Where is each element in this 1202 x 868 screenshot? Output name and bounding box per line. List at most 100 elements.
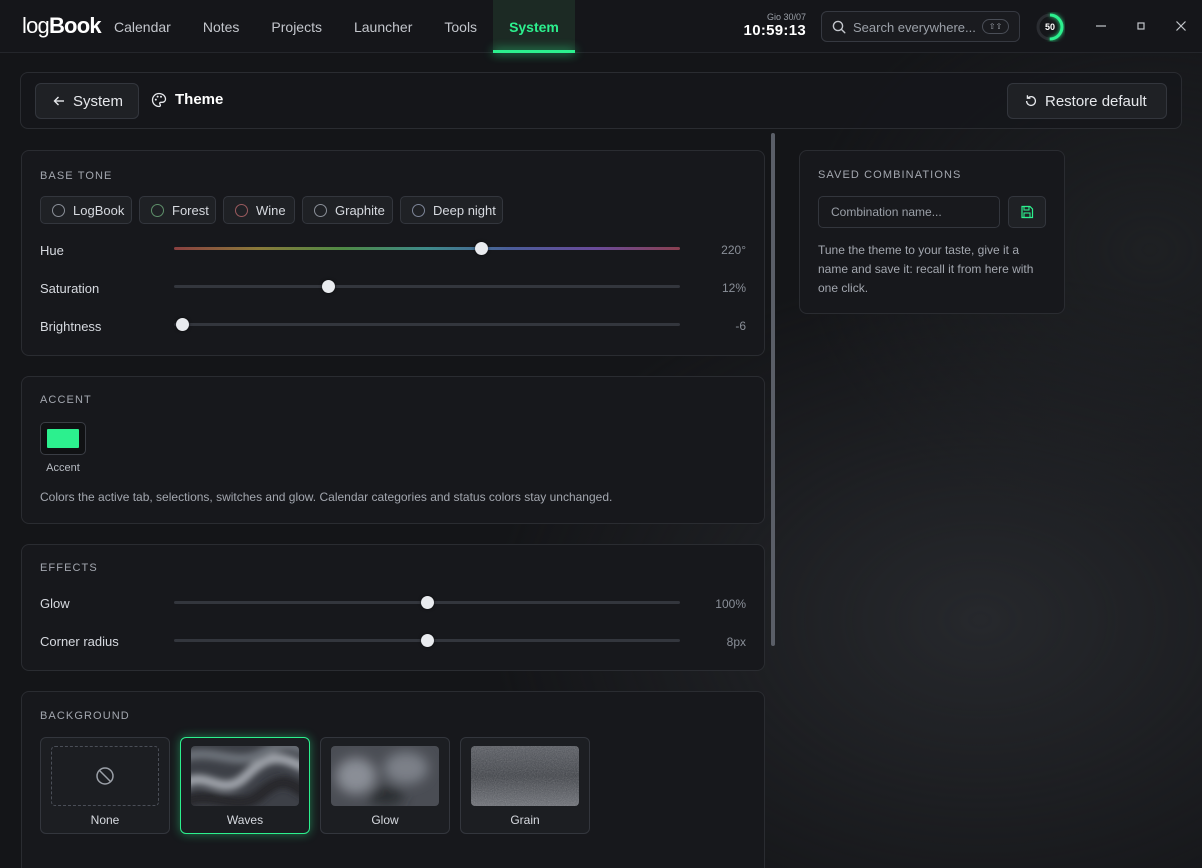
hue-value: 220° [721, 243, 746, 257]
background-title: BACKGROUND [40, 710, 130, 722]
arrow-left-icon [53, 96, 64, 106]
maximize-button[interactable] [1131, 16, 1151, 36]
restore-default-label: Restore default [1045, 92, 1147, 110]
preset-graphite[interactable]: Graphite [302, 196, 393, 224]
saved-combinations-description: Tune the theme to your taste, give it a … [818, 243, 1034, 295]
brightness-value: -6 [735, 319, 746, 333]
background-option-none[interactable]: None [40, 737, 170, 834]
content-scrollbar[interactable] [771, 133, 775, 646]
clock: Gio 30/07 10:59:13 [744, 12, 806, 40]
search-input[interactable] [853, 18, 981, 36]
background-option-label: None [90, 813, 120, 827]
app-logo[interactable]: logBook [22, 13, 102, 39]
corner-radius-slider-thumb[interactable] [421, 634, 434, 647]
brightness-slider-thumb[interactable] [175, 318, 189, 331]
preset-label: Graphite [335, 202, 385, 218]
base-tone-panel: BASE TONE LogBook Forest Wine Graphite D… [21, 150, 765, 356]
background-preview-waves [191, 746, 299, 806]
search-shortcut-badge: ⇧⇧ [982, 19, 1009, 34]
main-nav: Calendar Notes Projects Launcher Tools S… [98, 0, 575, 53]
combination-name-input[interactable] [818, 196, 1000, 228]
corner-radius-label: Corner radius [40, 634, 119, 649]
accent-color-swatch[interactable] [40, 422, 86, 455]
accent-title: ACCENT [40, 394, 92, 406]
restore-icon [1025, 95, 1037, 107]
page-header: System Theme Restore default [20, 72, 1182, 129]
saturation-value: 12% [721, 281, 746, 295]
restore-default-button[interactable]: Restore default [1007, 83, 1167, 119]
nav-tab-notes[interactable]: Notes [187, 0, 256, 53]
hue-slider-thumb[interactable] [475, 242, 489, 255]
preset-forest[interactable]: Forest [139, 196, 216, 224]
hue-track [174, 247, 680, 250]
brightness-label: Brightness [40, 319, 102, 334]
page-title: Theme [151, 91, 223, 108]
clock-date: Gio 30/07 [766, 12, 806, 22]
search-icon [832, 20, 846, 39]
logo-light-text: log [22, 13, 50, 38]
palette-icon [151, 92, 167, 107]
save-combination-button[interactable] [1008, 196, 1046, 228]
clock-time: 10:59:13 [743, 22, 806, 39]
preset-dot-icon [52, 203, 65, 217]
saved-combinations-title: SAVED COMBINATIONS [818, 169, 962, 181]
logo-bold-text: Book [48, 13, 102, 38]
brightness-slider[interactable] [174, 318, 680, 331]
nav-tab-projects[interactable]: Projects [255, 0, 338, 53]
preset-label: Deep night [433, 202, 496, 218]
saturation-slider-thumb[interactable] [322, 280, 336, 293]
background-preview-none [51, 746, 159, 806]
minimize-button[interactable] [1091, 16, 1111, 36]
preset-dot-icon [235, 203, 248, 217]
global-search[interactable]: ⇧⇧ [821, 11, 1020, 42]
preset-wine[interactable]: Wine [223, 196, 295, 224]
preset-dot-icon [151, 203, 164, 217]
glow-slider-thumb[interactable] [421, 596, 434, 609]
corner-radius-slider[interactable] [174, 634, 680, 647]
accent-description: Colors the active tab, selections, switc… [40, 490, 613, 504]
nav-tab-calendar[interactable]: Calendar [98, 0, 187, 53]
back-to-system-button[interactable]: System [35, 83, 139, 119]
close-icon [1176, 21, 1186, 31]
close-window-button[interactable] [1171, 16, 1191, 36]
effects-panel: EFFECTS Glow 100% Corner radius 8px [21, 544, 765, 671]
background-option-label: Waves [226, 813, 264, 827]
nav-tab-launcher[interactable]: Launcher [338, 0, 428, 53]
prohibited-icon [96, 767, 114, 785]
nav-tab-system[interactable]: System [493, 0, 575, 53]
background-panel: BACKGROUND None Waves Glow Grain [21, 691, 765, 868]
preset-logbook[interactable]: LogBook [40, 196, 132, 224]
saturation-label: Saturation [40, 281, 100, 296]
glow-value: 100% [715, 597, 746, 611]
saturation-track [174, 285, 680, 288]
save-icon [1021, 205, 1034, 219]
background-option-glow[interactable]: Glow [320, 737, 450, 834]
saturation-slider[interactable] [174, 280, 680, 293]
nav-tab-tools[interactable]: Tools [428, 0, 493, 53]
back-button-label: System [73, 92, 124, 110]
preset-deep-night[interactable]: Deep night [400, 196, 503, 224]
background-option-label: Grain [510, 813, 540, 827]
preset-label: Wine [256, 202, 286, 218]
hue-slider[interactable] [174, 242, 680, 255]
hue-label: Hue [40, 243, 64, 258]
minimize-icon [1096, 25, 1106, 27]
background-option-label: Glow [371, 813, 399, 827]
preset-label: LogBook [73, 202, 125, 218]
preset-label: Forest [172, 202, 209, 218]
progress-ring-value: 50 [1044, 22, 1055, 32]
accent-swatch-label: Accent [46, 462, 80, 474]
effects-title: EFFECTS [40, 562, 98, 574]
background-preview-glow [331, 746, 439, 806]
background-option-waves[interactable]: Waves [180, 737, 310, 834]
background-preview-grain [471, 746, 579, 806]
corner-radius-value: 8px [726, 635, 746, 649]
maximize-icon [1137, 22, 1145, 30]
brightness-track [174, 323, 680, 326]
glow-slider[interactable] [174, 596, 680, 609]
progress-ring[interactable]: 50 [1035, 12, 1065, 42]
background-option-grain[interactable]: Grain [460, 737, 590, 834]
accent-panel: ACCENT Accent Colors the active tab, sel… [21, 376, 765, 524]
top-bar: logBook Calendar Notes Projects Launcher… [0, 0, 1202, 53]
page-title-text: Theme [175, 91, 224, 108]
